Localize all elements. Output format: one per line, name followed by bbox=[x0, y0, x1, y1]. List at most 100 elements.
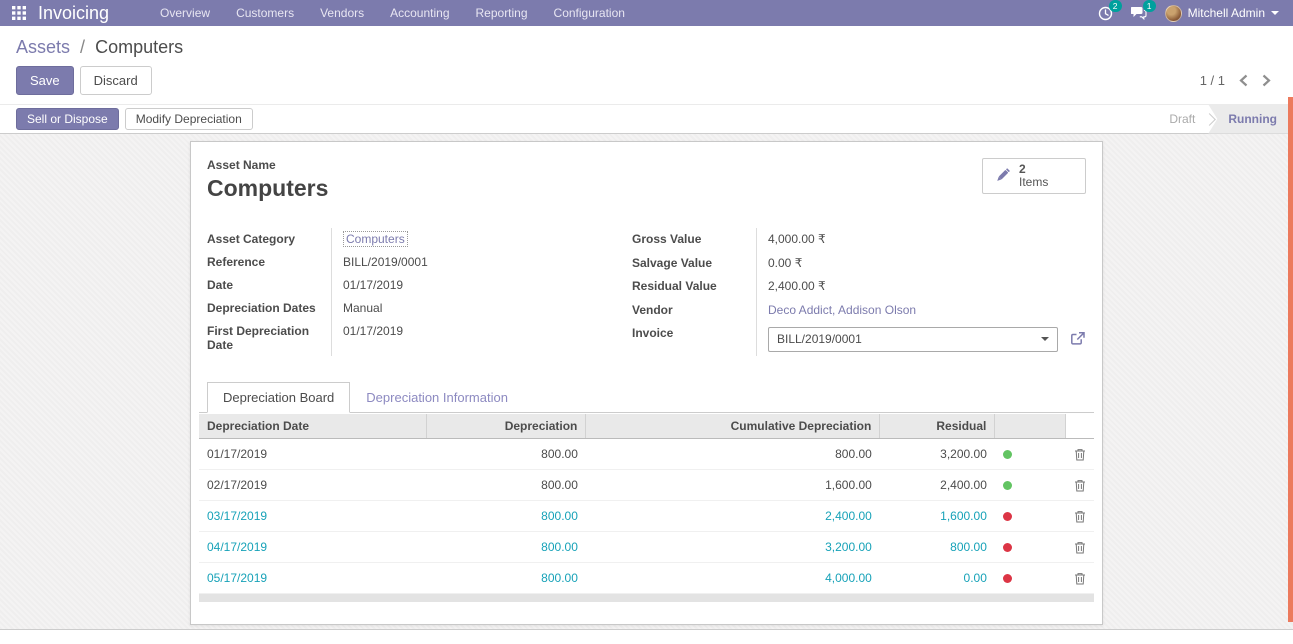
cell-depreciation[interactable]: 800.00 bbox=[426, 470, 586, 501]
first-depreciation-date-label: First Depreciation Date bbox=[207, 320, 331, 356]
posted-status-dot bbox=[1003, 512, 1012, 521]
depreciation-table-body: 01/17/2019 800.00 800.00 3,200.00 02/17/… bbox=[199, 439, 1094, 594]
vendor-field[interactable]: Deco Addict, Addison Olson bbox=[768, 303, 916, 317]
main-menu: Overview Customers Vendors Accounting Re… bbox=[149, 2, 1098, 24]
table-row[interactable]: 01/17/2019 800.00 800.00 3,200.00 bbox=[199, 439, 1094, 470]
delete-row-button[interactable] bbox=[1066, 439, 1094, 470]
cell-depreciation[interactable]: 800.00 bbox=[426, 532, 586, 563]
menu-accounting[interactable]: Accounting bbox=[379, 2, 460, 24]
col-cumulative-depreciation[interactable]: Cumulative Depreciation bbox=[586, 414, 880, 439]
cell-depreciation-date[interactable]: 04/17/2019 bbox=[199, 532, 426, 563]
date-field[interactable]: 01/17/2019 bbox=[331, 274, 586, 297]
cell-depreciation[interactable]: 800.00 bbox=[426, 563, 586, 594]
tab-bar: Depreciation Board Depreciation Informat… bbox=[199, 382, 1094, 413]
depreciation-dates-label: Depreciation Dates bbox=[207, 297, 331, 320]
col-depreciation-date[interactable]: Depreciation Date bbox=[199, 414, 426, 439]
menu-configuration[interactable]: Configuration bbox=[543, 2, 636, 24]
depreciation-dates-field[interactable]: Manual bbox=[331, 297, 586, 320]
vendor-label: Vendor bbox=[632, 299, 756, 323]
chatter-area bbox=[0, 629, 1293, 644]
tab-depreciation-information[interactable]: Depreciation Information bbox=[350, 382, 524, 413]
status-running[interactable]: Running bbox=[1208, 105, 1293, 134]
menu-overview[interactable]: Overview bbox=[149, 2, 221, 24]
trash-icon bbox=[1074, 541, 1086, 554]
cell-residual[interactable]: 2,400.00 bbox=[880, 470, 995, 501]
delete-row-button[interactable] bbox=[1066, 470, 1094, 501]
asset-name-title[interactable]: Computers bbox=[207, 175, 328, 202]
invoice-select[interactable]: BILL/2019/0001 bbox=[768, 327, 1058, 352]
items-label: Items bbox=[1019, 176, 1048, 189]
menu-customers[interactable]: Customers bbox=[225, 2, 305, 24]
first-depreciation-date-field[interactable]: 01/17/2019 bbox=[331, 320, 586, 356]
cell-cumulative-depreciation[interactable]: 800.00 bbox=[586, 439, 880, 470]
apps-grid-icon[interactable] bbox=[12, 6, 26, 20]
modify-depreciation-button[interactable]: Modify Depreciation bbox=[125, 108, 253, 130]
tab-depreciation-board[interactable]: Depreciation Board bbox=[207, 382, 350, 413]
menu-vendors[interactable]: Vendors bbox=[309, 2, 375, 24]
right-field-group: Gross Value 4,000.00 ₹ Salvage Value 0.0… bbox=[632, 228, 1086, 356]
col-residual[interactable]: Residual bbox=[880, 414, 995, 439]
sell-or-dispose-button[interactable]: Sell or Dispose bbox=[16, 108, 119, 130]
form-statusbar: Sell or Dispose Modify Depreciation Draf… bbox=[0, 104, 1293, 134]
cell-depreciation[interactable]: 800.00 bbox=[426, 439, 586, 470]
cell-cumulative-depreciation[interactable]: 2,400.00 bbox=[586, 501, 880, 532]
delete-row-button[interactable] bbox=[1066, 532, 1094, 563]
gross-value-label: Gross Value bbox=[632, 228, 756, 252]
message-count-badge: 1 bbox=[1143, 0, 1156, 12]
delete-row-button[interactable] bbox=[1066, 563, 1094, 594]
table-row[interactable]: 02/17/2019 800.00 1,600.00 2,400.00 bbox=[199, 470, 1094, 501]
pager-next-icon[interactable] bbox=[1262, 74, 1271, 87]
table-row[interactable]: 04/17/2019 800.00 3,200.00 800.00 bbox=[199, 532, 1094, 563]
side-marker-bar bbox=[1288, 97, 1293, 622]
status-draft[interactable]: Draft bbox=[1155, 105, 1209, 134]
col-posted-status bbox=[995, 414, 1066, 439]
asset-category-field[interactable]: Computers bbox=[343, 231, 408, 247]
save-button[interactable]: Save bbox=[16, 66, 74, 95]
user-avatar bbox=[1165, 5, 1182, 22]
cell-residual[interactable]: 1,600.00 bbox=[880, 501, 995, 532]
app-brand[interactable]: Invoicing bbox=[38, 3, 109, 24]
left-field-group: Asset Category Computers Reference BILL/… bbox=[207, 228, 586, 356]
select-caret-icon bbox=[1041, 337, 1049, 341]
gross-value-field[interactable]: 4,000.00 ₹ bbox=[756, 228, 1086, 252]
cell-depreciation-date[interactable]: 01/17/2019 bbox=[199, 439, 426, 470]
asset-name-label: Asset Name bbox=[207, 158, 328, 172]
delete-row-button[interactable] bbox=[1066, 501, 1094, 532]
user-menu[interactable]: Mitchell Admin bbox=[1165, 5, 1279, 22]
posted-status-dot bbox=[1003, 574, 1012, 583]
col-delete bbox=[1066, 414, 1094, 439]
cell-depreciation-date[interactable]: 03/17/2019 bbox=[199, 501, 426, 532]
cell-residual[interactable]: 3,200.00 bbox=[880, 439, 995, 470]
reference-field[interactable]: BILL/2019/0001 bbox=[331, 251, 586, 274]
salvage-value-field[interactable]: 0.00 ₹ bbox=[756, 252, 1086, 276]
messages-button[interactable]: 1 bbox=[1131, 6, 1147, 20]
col-depreciation[interactable]: Depreciation bbox=[426, 414, 586, 439]
table-row[interactable]: 05/17/2019 800.00 4,000.00 0.00 bbox=[199, 563, 1094, 594]
discard-button[interactable]: Discard bbox=[80, 66, 152, 95]
breadcrumb-current: Computers bbox=[95, 37, 183, 57]
cell-cumulative-depreciation[interactable]: 1,600.00 bbox=[586, 470, 880, 501]
menu-reporting[interactable]: Reporting bbox=[465, 2, 539, 24]
activity-count-badge: 2 bbox=[1109, 0, 1122, 12]
cell-depreciation-date[interactable]: 05/17/2019 bbox=[199, 563, 426, 594]
cell-residual[interactable]: 0.00 bbox=[880, 563, 995, 594]
cell-residual[interactable]: 800.00 bbox=[880, 532, 995, 563]
invoice-label: Invoice bbox=[632, 322, 756, 356]
trash-icon bbox=[1074, 510, 1086, 523]
activities-button[interactable]: 2 bbox=[1098, 6, 1113, 21]
pager-previous-icon[interactable] bbox=[1239, 74, 1248, 87]
trash-icon bbox=[1074, 448, 1086, 461]
residual-value-field[interactable]: 2,400.00 ₹ bbox=[756, 275, 1086, 299]
residual-value-label: Residual Value bbox=[632, 275, 756, 299]
table-row[interactable]: 03/17/2019 800.00 2,400.00 1,600.00 bbox=[199, 501, 1094, 532]
external-link-icon[interactable] bbox=[1070, 331, 1086, 347]
items-stat-button[interactable]: 2 Items bbox=[982, 158, 1086, 194]
pager: 1 / 1 bbox=[1200, 73, 1277, 88]
cell-depreciation-date[interactable]: 02/17/2019 bbox=[199, 470, 426, 501]
cell-depreciation[interactable]: 800.00 bbox=[426, 501, 586, 532]
cell-cumulative-depreciation[interactable]: 3,200.00 bbox=[586, 532, 880, 563]
form-sheet: Asset Name Computers 2 Items bbox=[190, 141, 1103, 625]
breadcrumb-assets-link[interactable]: Assets bbox=[16, 37, 70, 57]
pager-counter: 1 / 1 bbox=[1200, 73, 1225, 88]
cell-cumulative-depreciation[interactable]: 4,000.00 bbox=[586, 563, 880, 594]
